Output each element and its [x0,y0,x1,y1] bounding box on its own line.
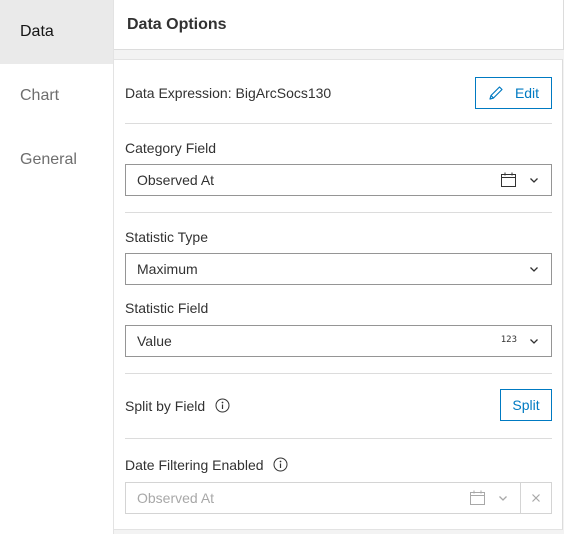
split-button[interactable]: Split [500,389,552,421]
sidebar-item-label: Chart [20,87,60,104]
category-field-select[interactable]: Observed At [125,164,552,196]
category-field-label: Category Field [125,140,217,156]
statistic-field-select[interactable]: Value 123 [125,325,552,357]
statistic-field-value: Value [137,333,172,349]
close-icon [532,494,540,502]
data-expression-label: Data Expression: BigArcSocs130 [125,85,332,101]
statistic-section: Statistic Type Maximum Statistic Field V… [125,213,552,373]
statistic-field-label: Statistic Field [125,300,209,316]
category-field-value: Observed At [137,172,215,188]
data-expression-row: Data Expression: BigArcSocs130 Edit [125,60,552,123]
number-type-icon: 123 [500,335,517,345]
sidebar-nav: Data Chart General [0,0,114,534]
statistic-type-select[interactable]: Maximum [125,253,552,285]
statistic-type-label: Statistic Type [125,229,209,245]
date-filter-select[interactable]: Observed At [125,482,521,514]
date-filtering-section: Date Filtering Enabled Observed At [125,439,552,529]
chevron-down-icon [530,339,538,344]
split-by-field-label: Split by Field [125,398,206,414]
chevron-down-icon [530,267,538,272]
data-options-panel: Data Options Data Expression: BigArcSocs… [114,0,564,534]
sidebar-item-chart[interactable]: Chart [0,64,113,128]
edit-button-label: Edit [514,85,540,101]
chevron-down-icon [530,178,538,183]
clear-button[interactable] [521,482,552,514]
date-filter-placeholder: Observed At [137,490,215,506]
edit-button[interactable]: Edit [475,77,552,109]
sidebar-item-label: General [20,151,77,168]
statistic-type-value: Maximum [137,261,198,277]
info-icon[interactable] [215,398,230,413]
calendar-icon [501,172,516,187]
split-by-field-row: Split by Field Split [125,374,552,438]
calendar-icon [470,490,485,505]
sidebar-item-label: Data [20,23,54,40]
panel-title: Data Options [114,0,564,50]
split-button-label: Split [512,397,540,413]
chevron-down-icon [499,496,507,501]
split-by-field-label-wrap: Split by Field [125,398,230,414]
sidebar-item-data[interactable]: Data [0,0,113,64]
info-icon[interactable] [273,457,288,472]
date-filtering-label: Date Filtering Enabled [125,457,264,473]
data-options-card: Data Expression: BigArcSocs130 Edit Cate… [114,59,563,530]
date-filtering-label-wrap: Date Filtering Enabled [125,457,288,473]
category-field-section: Category Field Observed At [125,124,552,212]
sidebar-item-general[interactable]: General [0,128,113,192]
pencil-icon [489,86,503,100]
